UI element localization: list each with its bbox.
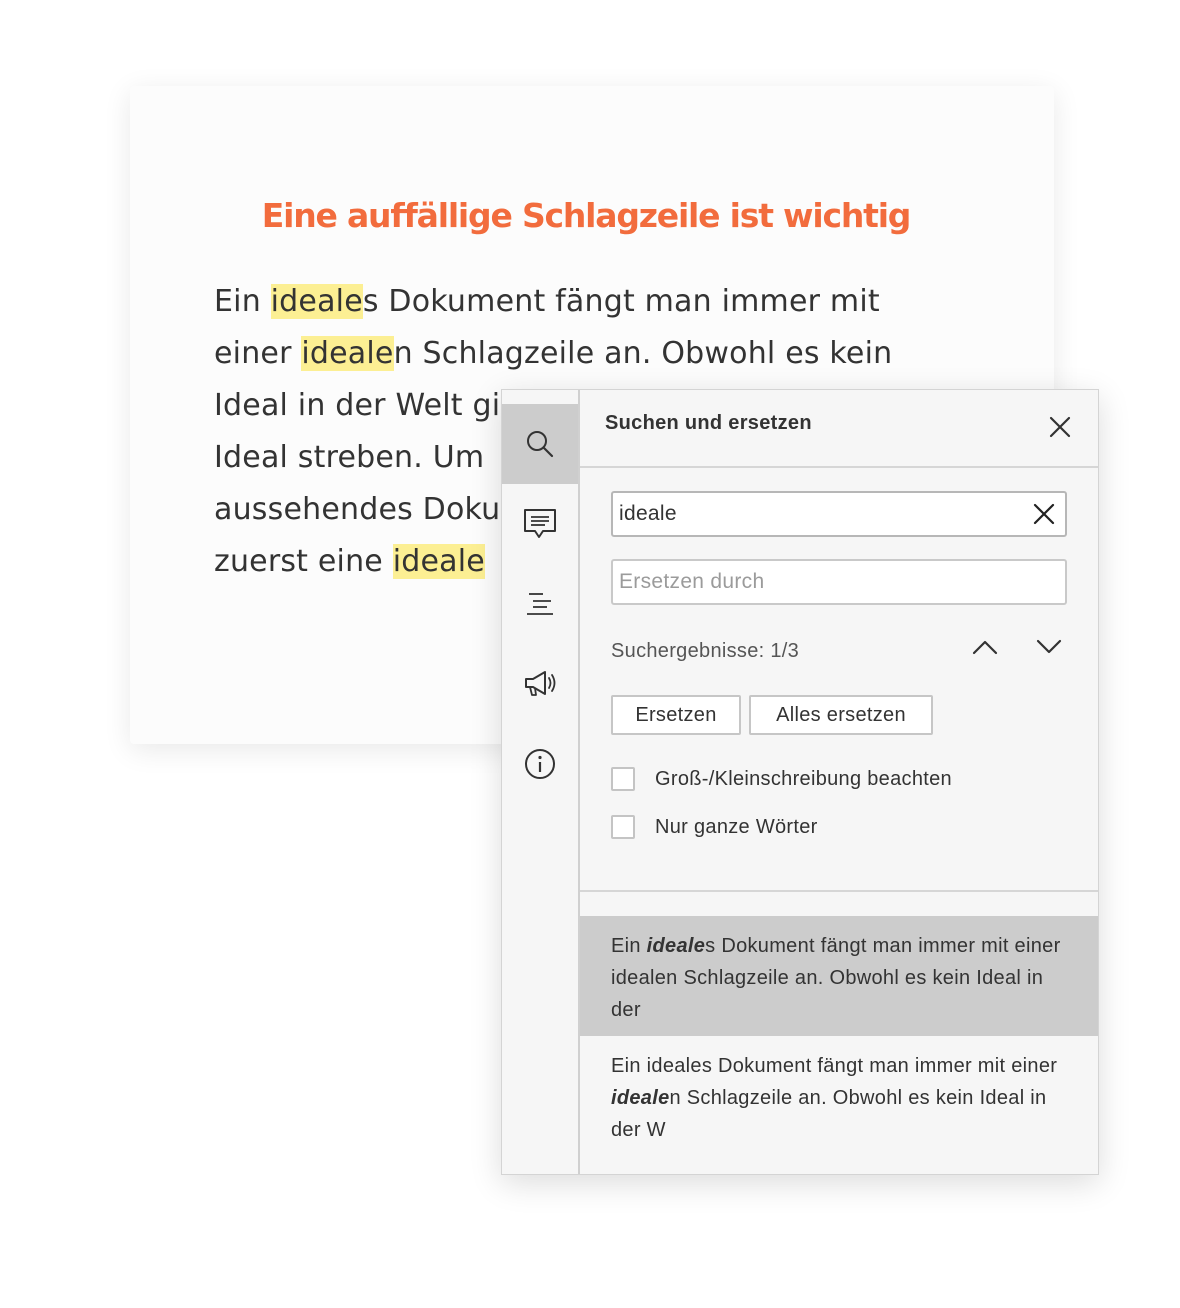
document-line: einer idealen Schlagzeile an. Obwohl es … (214, 328, 934, 380)
result-text: Ein ideales Dokument fängt man immer mit… (611, 1055, 1058, 1077)
replace-input[interactable] (619, 561, 1019, 603)
chevron-up-icon (972, 640, 998, 655)
panel-header: Suchen und ersetzen (580, 390, 1098, 468)
result-match: ideale (611, 1087, 670, 1109)
whole-words-label: Nur ganze Wörter (655, 815, 818, 838)
text-segment: Ein (214, 284, 271, 319)
match-case-checkbox[interactable] (611, 767, 635, 791)
info-icon (525, 749, 555, 779)
previous-result-button[interactable] (970, 634, 1000, 660)
document-line: Ein ideales Dokument fängt man immer mit (214, 276, 934, 328)
match-case-option[interactable]: Groß-/Kleinschreibung beachten (611, 765, 952, 793)
search-results-count: Suchergebnisse: 1/3 (611, 640, 800, 662)
search-field (611, 491, 1067, 537)
replace-field (611, 559, 1067, 605)
divider (580, 890, 1098, 892)
search-highlight: ideale (392, 544, 485, 579)
megaphone-icon (525, 671, 556, 696)
match-case-label: Groß-/Kleinschreibung beachten (655, 767, 952, 790)
result-text: n Schlagzeile an. Obwohl es kein Ideal i… (611, 1087, 1047, 1141)
text-segment: n Schlagzeile an. Obwohl es kein (393, 336, 893, 371)
text-segment: einer (214, 336, 302, 371)
panel-title: Suchen und ersetzen (605, 412, 812, 434)
whole-words-option[interactable]: Nur ganze Wörter (611, 813, 818, 841)
sidebar-item-info[interactable] (502, 724, 578, 804)
text-segment: s Dokument fängt man immer mit (362, 284, 880, 319)
outline-icon (527, 593, 553, 615)
search-result-item[interactable]: Ein ideales Dokument fängt man immer mit… (580, 916, 1098, 1036)
document-headline: Eine auffällige Schlagzeile ist wichtig (261, 196, 912, 235)
comment-icon (524, 509, 556, 538)
sidebar-item-announcements[interactable] (502, 644, 578, 724)
result-match: ideale (646, 935, 706, 957)
result-text: Ein (611, 935, 647, 957)
search-icon (527, 431, 554, 458)
search-result-item[interactable]: Ein ideales Dokument fängt man immer mit… (580, 1036, 1098, 1166)
whole-words-checkbox[interactable] (611, 815, 635, 839)
sidebar-item-comments[interactable] (502, 484, 578, 564)
search-replace-panel: Suchen und ersetzen Suchergebnisse: 1/3 (501, 389, 1099, 1175)
next-result-button[interactable] (1034, 634, 1064, 660)
chevron-down-icon (1036, 639, 1062, 654)
clear-search-icon[interactable] (1033, 503, 1055, 525)
replace-all-button[interactable]: Alles ersetzen (749, 695, 933, 735)
search-highlight: ideale (301, 336, 394, 371)
search-input[interactable] (619, 493, 1019, 535)
close-icon[interactable] (1048, 415, 1072, 439)
sidebar-rail (502, 390, 580, 1174)
sidebar-item-search[interactable] (502, 404, 578, 484)
sidebar-item-outline[interactable] (502, 564, 578, 644)
text-segment: zuerst eine (214, 544, 393, 579)
search-pane: Suchen und ersetzen Suchergebnisse: 1/3 (580, 390, 1098, 1174)
search-highlight: ideale (270, 284, 363, 319)
replace-button[interactable]: Ersetzen (611, 695, 741, 735)
